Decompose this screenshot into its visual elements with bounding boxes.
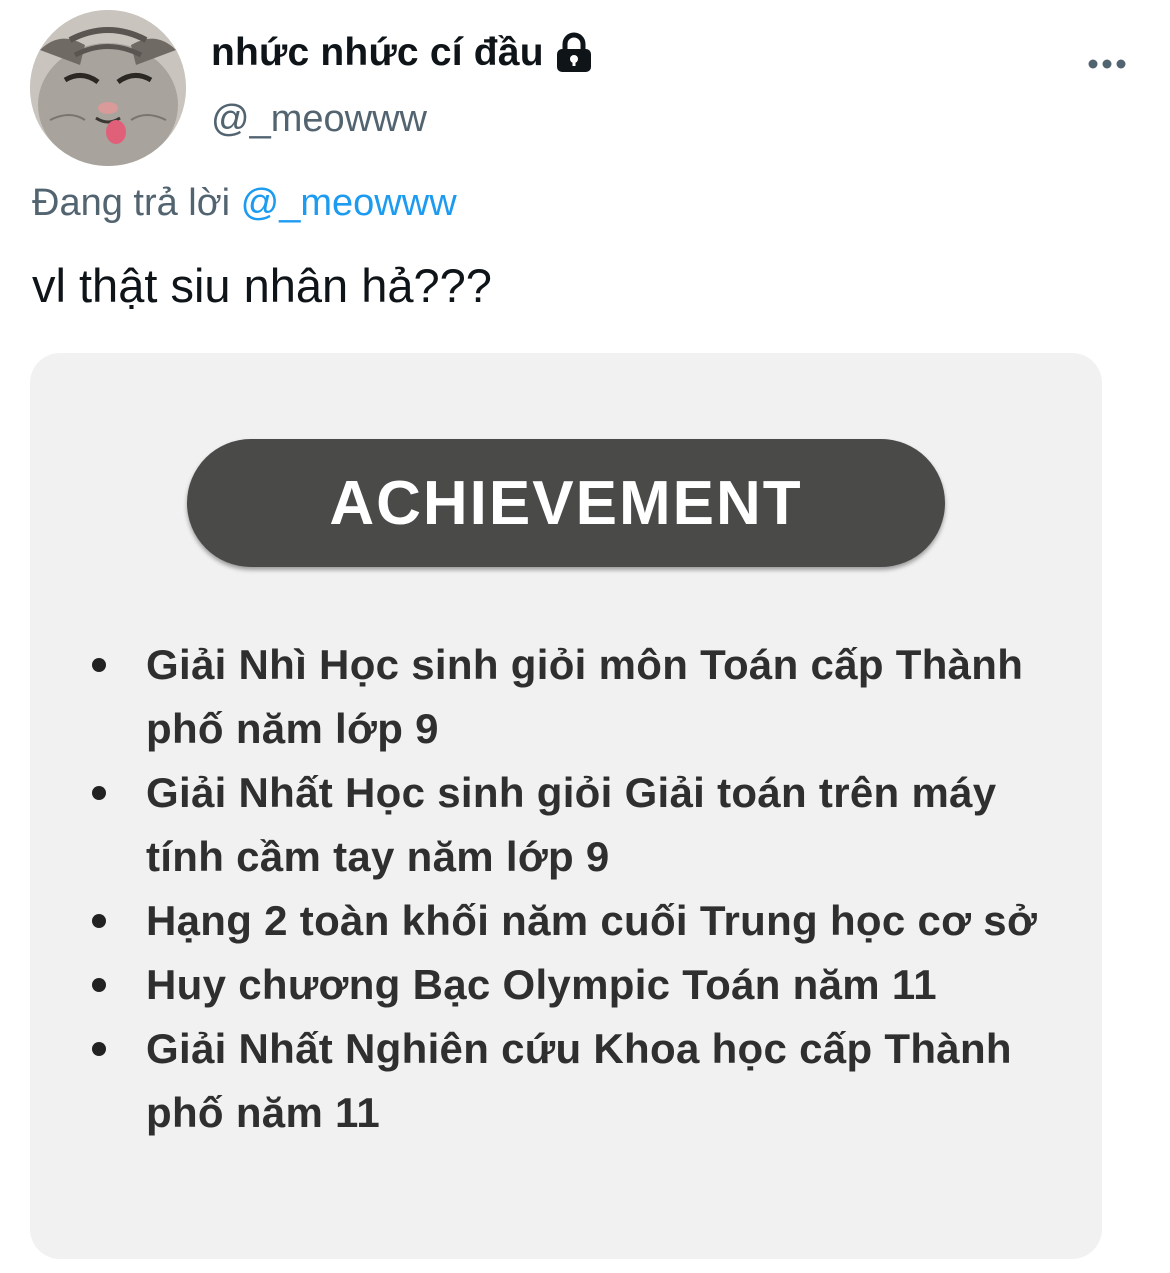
list-item-text: Giải Nhất Nghiên cứu Khoa học cấp Thành … bbox=[146, 1025, 1012, 1136]
replying-to-label: Đang trả lời bbox=[32, 182, 231, 224]
bullet-icon bbox=[92, 658, 106, 672]
achievement-list: Giải Nhì Học sinh giỏi môn Toán cấp Thàn… bbox=[90, 633, 1070, 1145]
list-item-text: Huy chương Bạc Olympic Toán năm 11 bbox=[146, 961, 937, 1008]
tweet-media-image[interactable]: ACHIEVEMENT Giải Nhì Học sinh giỏi môn T… bbox=[30, 353, 1102, 1259]
list-item: Huy chương Bạc Olympic Toán năm 11 bbox=[90, 953, 1070, 1017]
bullet-icon bbox=[92, 786, 106, 800]
bullet-icon bbox=[92, 914, 106, 928]
list-item: Hạng 2 toàn khối năm cuối Trung học cơ s… bbox=[90, 889, 1070, 953]
lock-icon bbox=[556, 32, 591, 72]
achievement-heading: ACHIEVEMENT bbox=[187, 439, 945, 567]
cat-avatar-image bbox=[30, 10, 186, 166]
list-item-text: Hạng 2 toàn khối năm cuối Trung học cơ s… bbox=[146, 897, 1038, 944]
display-name-text: nhức nhức cí đầu bbox=[211, 31, 544, 74]
tweet: nhức nhức cí đầu @_meowww Đang trả lời @… bbox=[0, 0, 1170, 1273]
bullet-icon bbox=[92, 978, 106, 992]
list-item-text: Giải Nhì Học sinh giỏi môn Toán cấp Thàn… bbox=[146, 641, 1024, 752]
replying-to-link[interactable]: @_meowww bbox=[241, 182, 457, 224]
bullet-icon bbox=[92, 1042, 106, 1056]
user-handle[interactable]: @_meowww bbox=[211, 98, 427, 141]
more-dots-icon bbox=[1088, 59, 1126, 69]
list-item: Giải Nhất Học sinh giỏi Giải toán trên m… bbox=[90, 761, 1070, 889]
list-item: Giải Nhất Nghiên cứu Khoa học cấp Thành … bbox=[90, 1017, 1070, 1145]
replying-to-line: Đang trả lời @_meowww bbox=[32, 182, 457, 225]
display-name[interactable]: nhức nhức cí đầu bbox=[211, 28, 594, 78]
tweet-text: vl thật siu nhân hả??? bbox=[32, 259, 492, 312]
avatar[interactable] bbox=[30, 10, 186, 166]
list-item: Giải Nhì Học sinh giỏi môn Toán cấp Thàn… bbox=[90, 633, 1070, 761]
list-item-text: Giải Nhất Học sinh giỏi Giải toán trên m… bbox=[146, 769, 997, 880]
more-options-button[interactable] bbox=[1082, 42, 1132, 82]
